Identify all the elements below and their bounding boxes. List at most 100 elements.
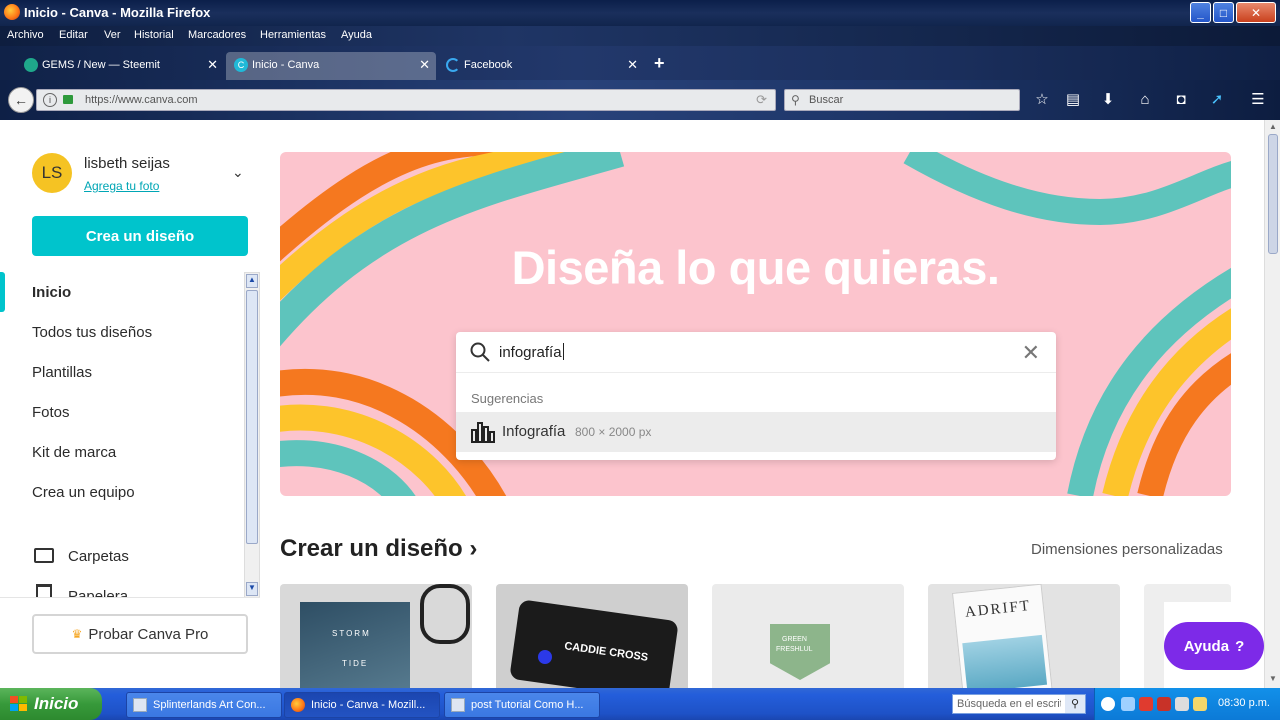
address-bar[interactable]: i https://www.canva.com ⟳ xyxy=(36,89,776,111)
try-canva-pro-button[interactable]: ♛ Probar Canva Pro xyxy=(32,614,248,654)
design-card[interactable]: CADDIE CROSS xyxy=(496,584,688,688)
info-icon[interactable]: i xyxy=(43,93,57,107)
sidebar-divider xyxy=(0,597,260,598)
pocket-icon[interactable]: ◘ xyxy=(1171,90,1191,110)
hero-title: Diseña lo que quieras. xyxy=(511,241,1000,294)
sidebar-item-todos-tus-disenos[interactable]: Todos tus diseños xyxy=(32,324,152,341)
username: lisbeth seijas xyxy=(84,155,170,172)
home-icon[interactable]: ⌂ xyxy=(1135,90,1155,110)
tab-label: GEMS / New — Steemit xyxy=(42,59,160,71)
taskbar-item-firefox[interactable]: Inicio - Canva - Mozill... xyxy=(284,692,440,718)
start-button[interactable]: Inicio xyxy=(0,688,102,720)
sidebar-item-fotos[interactable]: Fotos xyxy=(32,404,70,421)
sidebar-item-kit-de-marca[interactable]: Kit de marca xyxy=(32,444,116,461)
star-icon[interactable]: ☆ xyxy=(1032,90,1052,110)
menu-archivo[interactable]: Archivo xyxy=(7,29,44,41)
firefox-icon xyxy=(4,4,20,20)
chevron-right-icon: › xyxy=(469,535,478,562)
create-design-heading[interactable]: Crear un diseño › xyxy=(280,535,477,563)
design-card[interactable]: ADRIFT xyxy=(928,584,1120,688)
close-tab-icon[interactable]: ✕ xyxy=(419,57,430,73)
design-card[interactable]: STORM TIDE xyxy=(280,584,472,688)
reading-list-icon[interactable]: ▤ xyxy=(1063,90,1083,110)
reload-icon[interactable]: ⟳ xyxy=(756,92,767,108)
canva-page: LS lisbeth seijas Agrega tu foto ⌄ Crea … xyxy=(0,120,1264,688)
battery-icon[interactable] xyxy=(1193,697,1207,711)
active-indicator xyxy=(0,272,5,312)
suggestion-item[interactable]: Infografía 800 × 2000 px xyxy=(456,412,1056,452)
desktop-search-input[interactable]: Búsqueda en el escritorio ⚲ xyxy=(952,694,1086,714)
sidebar-item-inicio[interactable]: Inicio xyxy=(32,284,71,301)
chevron-down-icon[interactable]: ⌄ xyxy=(232,164,244,181)
crown-icon: ♛ xyxy=(71,627,83,641)
minimize-button[interactable]: _ xyxy=(1190,2,1211,23)
scroll-down-icon[interactable]: ▼ xyxy=(1267,674,1279,686)
search-tray-icon[interactable] xyxy=(1121,697,1135,711)
window-title: Inicio - Canva - Mozilla Firefox xyxy=(24,5,211,20)
add-photo-link[interactable]: Agrega tu foto xyxy=(84,179,159,193)
menu-bar: Archivo Editar Ver Historial Marcadores … xyxy=(0,26,1280,46)
tab-steemit[interactable]: GEMS / New — Steemit ✕ xyxy=(16,52,224,80)
close-tab-icon[interactable]: ✕ xyxy=(207,57,218,73)
avatar[interactable]: LS xyxy=(32,153,72,193)
sidebar-scrollbar[interactable]: ▲ ▼ xyxy=(244,272,260,598)
menu-marcadores[interactable]: Marcadores xyxy=(188,29,246,41)
download-icon[interactable]: ⬇ xyxy=(1098,90,1118,110)
scroll-up-icon[interactable]: ▲ xyxy=(246,274,258,288)
sidebar-item-crea-un-equipo[interactable]: Crea un equipo xyxy=(32,484,135,501)
menu-editar[interactable]: Editar xyxy=(59,29,88,41)
custom-dimensions-link[interactable]: Dimensiones personalizadas xyxy=(1031,541,1223,558)
page-scrollbar[interactable]: ▲ ▼ xyxy=(1264,120,1280,688)
menu-icon[interactable]: ☰ xyxy=(1248,90,1268,110)
chevron-left-icon[interactable] xyxy=(1101,697,1115,711)
network-icon[interactable] xyxy=(1175,697,1189,711)
clear-search-icon[interactable]: ✕ xyxy=(1022,340,1040,366)
menu-ver[interactable]: Ver xyxy=(104,29,121,41)
menu-herramientas[interactable]: Herramientas xyxy=(260,29,326,41)
browser-search-input[interactable]: ⚲ Buscar xyxy=(784,89,1020,111)
close-window-button[interactable]: ✕ xyxy=(1236,2,1276,23)
design-card[interactable]: GREEN FRESHLUL xyxy=(712,584,904,688)
maximize-button[interactable]: □ xyxy=(1213,2,1234,23)
scroll-up-icon[interactable]: ▲ xyxy=(1267,122,1279,134)
tab-canva[interactable]: C Inicio - Canva ✕ xyxy=(226,52,436,80)
scroll-thumb[interactable] xyxy=(246,290,258,544)
search-icon: ⚲ xyxy=(791,93,800,107)
suggestions-heading: Sugerencias xyxy=(471,391,544,406)
new-tab-button[interactable]: + xyxy=(654,53,665,74)
create-design-button[interactable]: Crea un diseño xyxy=(32,216,248,256)
search-icon[interactable]: ⚲ xyxy=(1065,695,1085,713)
extension-icon[interactable]: ➚ xyxy=(1207,90,1227,110)
gmail-icon[interactable] xyxy=(1139,697,1153,711)
design-search-box: infografía ✕ Sugerencias Infografía 800 … xyxy=(456,332,1056,460)
sidebar-nav: Inicio Todos tus diseños Plantillas Foto… xyxy=(0,272,244,598)
tab-facebook[interactable]: Facebook ✕ xyxy=(438,52,644,80)
help-label: Ayuda xyxy=(1183,637,1230,655)
menu-historial[interactable]: Historial xyxy=(134,29,174,41)
url-text[interactable]: https://www.canva.com xyxy=(85,94,198,106)
task-label: Splinterlands Art Con... xyxy=(153,699,266,711)
antivirus-icon[interactable] xyxy=(1157,697,1171,711)
canva-icon: C xyxy=(234,58,248,72)
tab-label: Inicio - Canva xyxy=(252,59,320,71)
card-text: GREEN xyxy=(782,636,807,643)
taskbar-item-splinterlands[interactable]: Splinterlands Art Con... xyxy=(126,692,282,718)
menu-ayuda[interactable]: Ayuda xyxy=(341,29,372,41)
sidebar-item-plantillas[interactable]: Plantillas xyxy=(32,364,92,381)
sidebar-item-carpetas[interactable]: Carpetas xyxy=(68,548,129,565)
try-pro-label: Probar Canva Pro xyxy=(88,625,209,643)
close-tab-icon[interactable]: ✕ xyxy=(627,57,638,73)
scroll-down-icon[interactable]: ▼ xyxy=(246,582,258,596)
windows-logo-icon xyxy=(10,696,27,711)
design-search-input[interactable]: infografía xyxy=(499,343,564,361)
folder-icon xyxy=(34,548,54,563)
help-button[interactable]: Ayuda ? xyxy=(1164,622,1264,670)
taskbar-item-post[interactable]: post Tutorial Como H... xyxy=(444,692,600,718)
task-label: Inicio - Canva - Mozill... xyxy=(311,699,426,711)
card-thumbnail xyxy=(300,602,410,688)
scroll-thumb[interactable] xyxy=(1268,134,1278,254)
search-query-text: infografía xyxy=(499,344,562,361)
headphones-icon xyxy=(420,584,470,644)
back-button[interactable]: ← xyxy=(8,87,34,113)
question-icon: ? xyxy=(1235,637,1245,655)
